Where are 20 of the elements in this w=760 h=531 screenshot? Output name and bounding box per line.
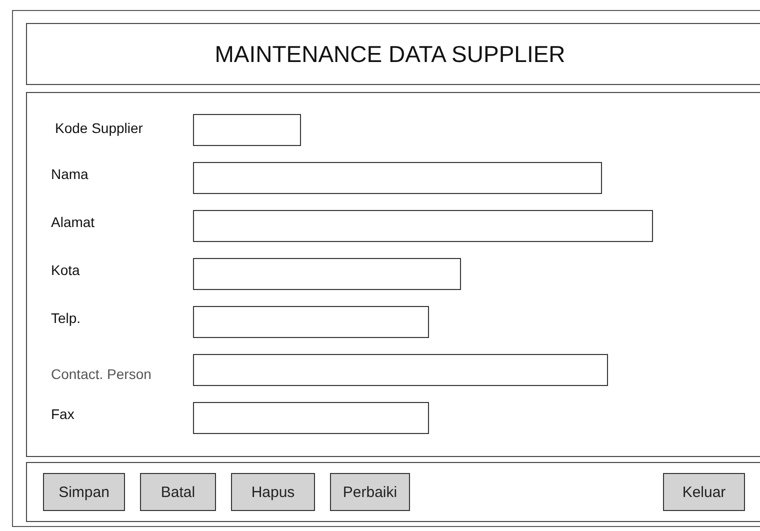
input-field[interactable] <box>193 114 301 146</box>
input-field[interactable] <box>193 258 461 290</box>
action-button[interactable]: Batal <box>140 473 216 511</box>
field-label: Contact. Person <box>50 366 152 382</box>
exit-button[interactable]: Keluar <box>663 473 745 511</box>
input-field[interactable] <box>193 354 608 386</box>
input-field[interactable] <box>193 162 602 194</box>
field-label: Alamat <box>50 214 96 230</box>
action-button[interactable]: Simpan <box>43 473 125 511</box>
action-button[interactable]: Perbaiki <box>330 473 410 511</box>
input-field[interactable] <box>193 306 429 338</box>
input-field[interactable] <box>193 402 429 434</box>
field-label: Telp. <box>50 310 82 326</box>
input-field[interactable] <box>193 210 653 242</box>
field-label: Kota <box>50 262 81 278</box>
action-button[interactable]: Hapus <box>231 473 315 511</box>
form-title: MAINTENANCE DATA SUPPLIER <box>214 40 566 68</box>
field-label: Fax <box>50 406 76 422</box>
field-label: Nama <box>50 166 90 182</box>
field-label: Kode Supplier <box>54 120 144 136</box>
